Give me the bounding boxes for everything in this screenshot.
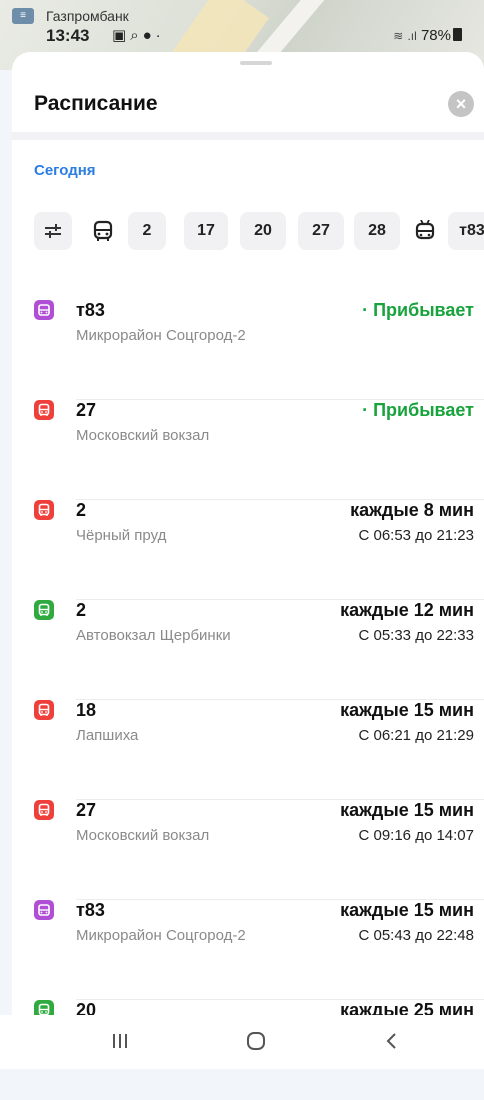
operating-hours: С 05:33 до 22:33 bbox=[358, 627, 474, 644]
route-destination: Чёрный пруд bbox=[76, 527, 167, 544]
filter-route-chip[interactable]: 27 bbox=[298, 212, 344, 250]
arrival-status: каждые 15 мин bbox=[340, 700, 474, 720]
battery-level: 78% bbox=[420, 27, 451, 44]
battery-icon bbox=[453, 28, 462, 41]
arrival-status: каждые 15 мин bbox=[340, 800, 474, 820]
status-bar: ≡ Газпромбанк 13:43 ▣⌕●· ≋ .ıl 78% bbox=[0, 0, 484, 50]
schedule-row[interactable]: т83 Микрорайон Соцгород-2 · Прибывает bbox=[12, 300, 484, 400]
operating-hours: С 06:21 до 21:29 bbox=[358, 727, 474, 744]
route-destination: Московский вокзал bbox=[76, 827, 210, 844]
filter-route-chip[interactable]: 2 bbox=[128, 212, 166, 250]
route-destination: Микрорайон Соцгород-2 bbox=[76, 927, 246, 944]
home-button[interactable] bbox=[226, 1015, 286, 1069]
bus-badge-icon bbox=[34, 400, 54, 420]
route-number: 18 bbox=[76, 700, 97, 720]
route-number: 2 bbox=[76, 600, 87, 620]
schedule-row[interactable]: 2 Автовокзал Щербинки каждые 12 мин С 05:33… bbox=[12, 600, 484, 700]
filter-bus-chip[interactable] bbox=[88, 212, 118, 250]
sheet-title: Расписание bbox=[34, 92, 158, 115]
route-number: 27 bbox=[76, 800, 97, 820]
schedule-row[interactable]: 18 Лапшиха каждые 15 мин С 06:21 до 21:29 bbox=[12, 700, 484, 800]
route-destination: Московский вокзал bbox=[76, 427, 210, 444]
arrival-status: каждые 15 мин bbox=[340, 900, 474, 920]
bus-badge-icon bbox=[34, 600, 54, 620]
recents-button[interactable] bbox=[90, 1015, 150, 1069]
close-icon: × bbox=[455, 94, 467, 114]
schedule-row[interactable]: 27 Московский вокзал · Прибывает bbox=[12, 400, 484, 500]
notification-icons: ▣⌕●· bbox=[112, 26, 165, 44]
arrival-status: · Прибывает bbox=[362, 300, 474, 320]
filter-icon bbox=[45, 223, 61, 238]
filter-route-chip[interactable]: т83 bbox=[448, 212, 484, 250]
arrival-status: каждые 8 мин bbox=[350, 500, 474, 520]
drag-handle[interactable] bbox=[240, 61, 272, 65]
filter-route-chip[interactable]: 20 bbox=[240, 212, 286, 250]
route-number: т83 bbox=[76, 300, 105, 320]
signal-icon: .ıl bbox=[407, 29, 417, 43]
route-destination: Лапшиха bbox=[76, 727, 139, 744]
route-number: 27 bbox=[76, 400, 97, 420]
section-divider bbox=[12, 132, 484, 140]
route-destination: Автовокзал Щербинки bbox=[76, 627, 231, 644]
carrier-name: Газпромбанк bbox=[46, 8, 129, 24]
filter-route-chip[interactable]: 17 bbox=[184, 212, 228, 250]
schedule-row[interactable]: т83 Микрорайон Соцгород-2 каждые 15 мин С 0… bbox=[12, 900, 484, 1000]
route-destination: Микрорайон Соцгород-2 bbox=[76, 327, 246, 344]
back-icon bbox=[386, 1033, 396, 1049]
sim-icon: ≡ bbox=[12, 8, 34, 24]
arrival-status: · Прибывает bbox=[362, 400, 474, 420]
filter-settings-chip[interactable] bbox=[34, 212, 72, 250]
bus-badge-icon bbox=[34, 800, 54, 820]
trolleybus-icon bbox=[415, 219, 435, 239]
trolleybus-badge-icon bbox=[34, 900, 54, 920]
date-selector[interactable]: Сегодня bbox=[34, 162, 96, 179]
bus-icon bbox=[93, 220, 113, 241]
bus-badge-icon bbox=[34, 500, 54, 520]
operating-hours: С 05:43 до 22:48 bbox=[358, 927, 474, 944]
back-button[interactable] bbox=[362, 1015, 422, 1069]
trolleybus-badge-icon bbox=[34, 300, 54, 320]
dot-icon: · bbox=[155, 27, 165, 44]
operating-hours: С 06:53 до 21:23 bbox=[358, 527, 474, 544]
app-icon: ● bbox=[142, 27, 156, 44]
arrival-status: каждые 12 мин bbox=[340, 600, 474, 620]
route-number: т83 bbox=[76, 900, 105, 920]
system-navigation-bar bbox=[0, 1015, 484, 1069]
schedule-row[interactable]: 27 Московский вокзал каждые 15 мин С 09:16 … bbox=[12, 800, 484, 900]
clock: 13:43 bbox=[46, 26, 90, 45]
bus-badge-icon bbox=[34, 700, 54, 720]
schedule-sheet: Расписание × Сегодня 2 17 20 27 28 т83 т… bbox=[12, 52, 484, 1069]
filter-route-chip[interactable]: 28 bbox=[354, 212, 400, 250]
home-icon bbox=[247, 1032, 265, 1050]
recents-icon bbox=[113, 1034, 127, 1048]
route-number: 2 bbox=[76, 500, 87, 520]
route-filters: 2 17 20 27 28 т83 bbox=[34, 212, 484, 250]
gallery-icon: ▣ bbox=[112, 27, 131, 44]
filter-trolleybus-chip[interactable] bbox=[410, 212, 440, 250]
search-icon: ⌕ bbox=[130, 27, 143, 44]
system-status: ≋ .ıl 78% bbox=[393, 27, 462, 44]
wifi-icon: ≋ bbox=[393, 29, 404, 43]
schedule-row[interactable]: 2 Чёрный пруд каждые 8 мин С 06:53 до 21:23 bbox=[12, 500, 484, 600]
operating-hours: С 09:16 до 14:07 bbox=[358, 827, 474, 844]
close-button[interactable]: × bbox=[448, 91, 474, 117]
